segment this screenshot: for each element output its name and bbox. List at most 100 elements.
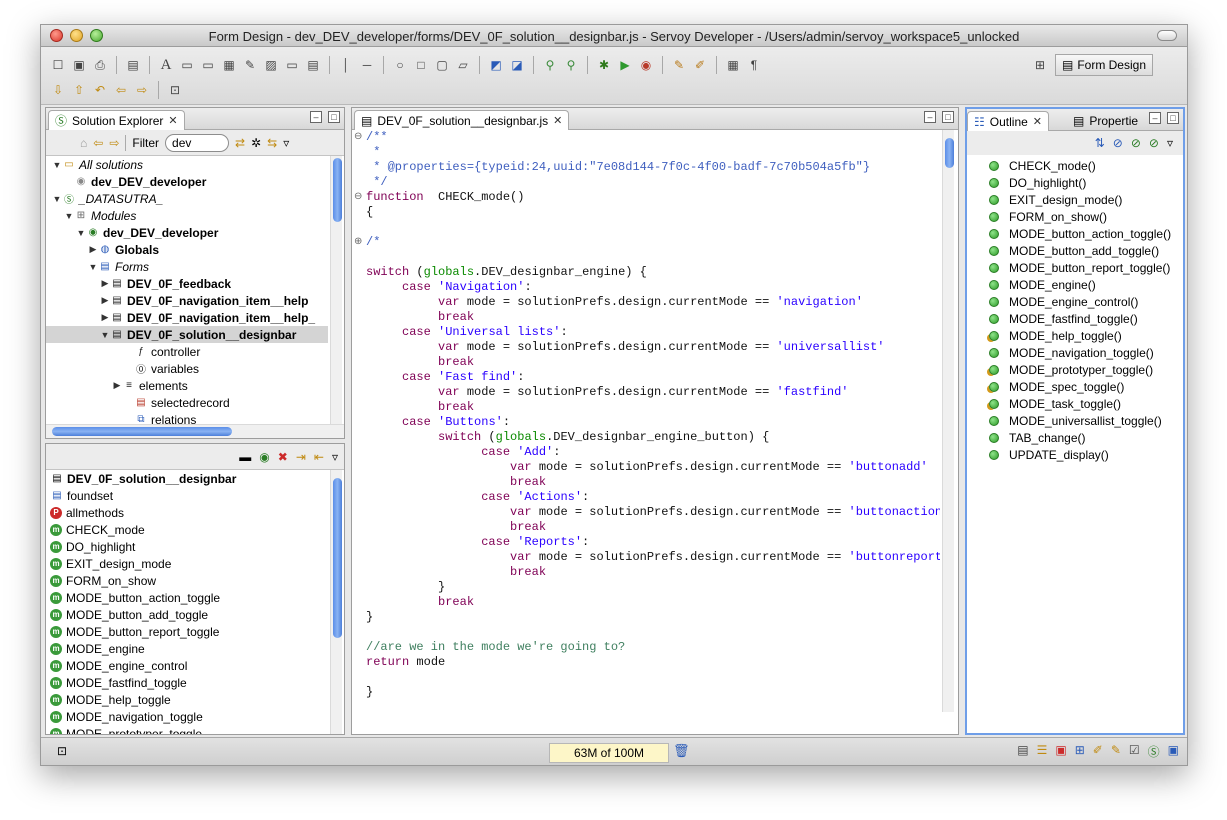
minimize-view-icon[interactable]: – [310,111,322,123]
outline-item[interactable]: MODE_universallist_toggle() [967,412,1183,429]
member-item[interactable]: m MODE_engine_control [46,657,328,674]
expand-toggle-icon[interactable]: ▼ [52,194,62,204]
tree-item[interactable]: ▶ ▤ DEV_0F_feedback [46,275,328,292]
outline-item[interactable]: MODE_button_report_toggle() [967,259,1183,276]
bookmarks-icon[interactable]: ⊞ [1075,743,1085,760]
tab-solution-explorer[interactable]: Ⓢ Solution Explorer ✕ [48,110,185,130]
image-icon[interactable]: ▨ [262,56,280,74]
view-menu-icon[interactable]: ▿ [332,450,338,464]
members-scrollbar[interactable] [330,470,342,734]
pen-icon[interactable]: ✎ [241,56,259,74]
shape-icon[interactable]: ▱ [454,56,472,74]
collapse-all-icon[interactable]: ✲ [251,136,261,150]
outline-item[interactable]: MODE_engine() [967,276,1183,293]
new-method-icon[interactable]: ◉ [259,450,269,464]
label-icon[interactable]: A [157,56,175,74]
export-icon[interactable]: ◪ [508,56,526,74]
member-item[interactable]: Pallmethods [46,504,328,521]
filter-input[interactable] [165,133,230,152]
tree-item[interactable]: ⧉ relations [46,411,328,425]
code-editor[interactable]: /** * * @properties={typeid:24,uuid:"7e0… [366,130,940,712]
print-icon[interactable]: ⎙ [91,56,109,74]
member-item[interactable]: m MODE_button_add_toggle [46,606,328,623]
import-icon[interactable]: ◩ [487,56,505,74]
view-menu-icon[interactable]: ▿ [1167,136,1173,150]
tree-item[interactable]: ▼ Ⓢ _DATASUTRA_ [46,190,328,207]
tree-item[interactable]: ▶ ▤ DEV_0F_navigation_item__help_ [46,309,328,326]
horizontal-line-icon[interactable]: ─ [358,56,376,74]
outline-item[interactable]: TAB_change() [967,429,1183,446]
expand-toggle-icon[interactable]: ▼ [52,160,62,170]
tree-item[interactable]: ▼ ⊞ Modules [46,207,328,224]
delete-icon[interactable]: ✖ [278,450,288,464]
new-icon[interactable]: ☐ [49,56,67,74]
member-item[interactable]: m DO_highlight [46,538,328,555]
move-sample-icon[interactable]: ⇤ [314,450,324,464]
member-item[interactable]: m MODE_engine [46,640,328,657]
tree-item[interactable]: ⓪ variables [46,360,328,377]
outline-item[interactable]: MODE_fastfind_toggle() [967,310,1183,327]
editor-scrollbar[interactable] [942,130,954,712]
expand-toggle-icon[interactable]: ▶ [100,295,110,306]
rectangle-icon[interactable]: □ [412,56,430,74]
tab-editor-file[interactable]: ▤ DEV_0F_solution__designbar.js ✕ [354,110,570,130]
solution-tree-scrollbar[interactable] [330,156,342,424]
tree-item[interactable]: ▼ ▤ Forms [46,258,328,275]
checklist-icon[interactable]: ☑ [1129,743,1140,760]
edit-icon[interactable]: ✎ [670,56,688,74]
tree-item[interactable]: ƒ controller [46,343,328,360]
outline-item[interactable]: FORM_on_show() [967,208,1183,225]
expand-toggle-icon[interactable]: ▶ [88,244,98,255]
sort-icon[interactable]: ⇅ [1095,136,1105,150]
solution-tree-hscrollbar[interactable] [46,424,344,438]
tab-outline[interactable]: ☷ Outline ✕ [967,111,1050,131]
next-annotation-icon[interactable]: ⇩ [49,81,67,99]
text-field-icon[interactable]: ▭ [178,56,196,74]
sync-icon[interactable]: ⇆ [267,136,277,150]
new-form-icon[interactable]: ▬ [239,450,251,464]
outline-item[interactable]: EXIT_design_mode() [967,191,1183,208]
expand-toggle-icon[interactable]: ▼ [88,262,98,272]
run-external-icon[interactable]: ◉ [637,56,655,74]
expand-toggle-icon[interactable]: ▶ [100,312,110,323]
form-layout-icon[interactable]: ▤ [124,56,142,74]
member-item[interactable]: m MODE_fastfind_toggle [46,674,328,691]
search-icon[interactable]: ✎ [1111,743,1121,760]
expand-toggle-icon[interactable]: ▼ [76,228,86,238]
rounded-rectangle-icon[interactable]: ▢ [433,56,451,74]
previous-annotation-icon[interactable]: ⇧ [70,81,88,99]
scrollbar-thumb[interactable] [945,138,954,168]
outline-item[interactable]: MODE_spec_toggle() [967,378,1183,395]
hide-fields-icon[interactable]: ⊘ [1113,136,1123,150]
debug-icon[interactable]: ✐ [1093,743,1103,760]
last-edit-icon[interactable]: ↶ [91,81,109,99]
back-icon[interactable]: ⇦ [93,136,103,150]
tree-item[interactable]: ▼ ▭ All solutions [46,156,328,173]
paragraph-icon[interactable]: ¶ [745,56,763,74]
hide-nonpublic-icon[interactable]: ⊘ [1149,136,1159,150]
outline-item[interactable]: MODE_engine_control() [967,293,1183,310]
table-icon[interactable]: ▦ [220,56,238,74]
expand-toggle-icon[interactable]: ▶ [112,380,122,391]
outline-item[interactable]: UPDATE_display() [967,446,1183,463]
minimize-view-icon[interactable]: – [1149,112,1161,124]
vertical-line-icon[interactable]: │ [337,56,355,74]
console-icon[interactable]: ▤ [1017,743,1028,760]
close-tab-icon[interactable]: ✕ [1033,115,1042,128]
expand-toggle-icon[interactable]: ▼ [64,211,74,221]
move-code-icon[interactable]: ⇥ [296,450,306,464]
tree-item[interactable]: ▼ ▤ DEV_0F_solution__designbar [46,326,328,343]
tab-properties[interactable]: ▤ Propertie [1067,111,1144,131]
outline-item[interactable]: MODE_navigation_toggle() [967,344,1183,361]
tabpanel-icon[interactable]: ▤ [304,56,322,74]
member-item[interactable]: m EXIT_design_mode [46,555,328,572]
member-item[interactable]: m MODE_button_report_toggle [46,623,328,640]
debug-icon[interactable]: ✱ [595,56,613,74]
run-icon[interactable]: ▶ [616,56,634,74]
link-editor-icon[interactable]: ⇄ [235,136,245,150]
outline-item[interactable]: CHECK_mode() [967,157,1183,174]
search-icon[interactable]: ⚲ [541,56,559,74]
text-area-icon[interactable]: ▭ [199,56,217,74]
outline-item[interactable]: DO_highlight() [967,174,1183,191]
close-tab-icon[interactable]: ✕ [168,114,177,127]
